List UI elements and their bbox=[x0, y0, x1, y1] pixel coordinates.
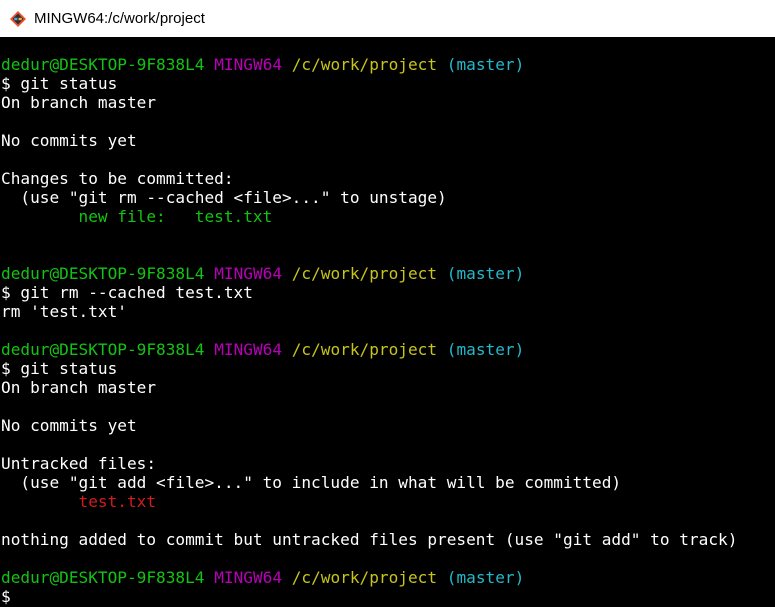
git-bash-icon bbox=[9, 10, 27, 28]
prompt-line: dedur@DESKTOP-9F838L4 MINGW64 /c/work/pr… bbox=[1, 55, 524, 74]
untracked-file-line: test.txt bbox=[1, 492, 157, 511]
terminal-output[interactable]: dedur@DESKTOP-9F838L4 MINGW64 /c/work/pr… bbox=[0, 37, 775, 607]
output-line: rm 'test.txt' bbox=[1, 302, 127, 321]
output-line: nothing added to commit but untracked fi… bbox=[1, 530, 738, 549]
terminal-window: MINGW64:/c/work/project dedur@DESKTOP-9F… bbox=[0, 0, 775, 607]
prompt-system: MINGW64 bbox=[214, 568, 283, 587]
command-input-line[interactable]: $ bbox=[1, 587, 11, 606]
prompt-system: MINGW64 bbox=[214, 340, 283, 359]
command-line: $ git status bbox=[1, 74, 118, 93]
prompt-path: /c/work/project bbox=[291, 340, 438, 359]
prompt-line: dedur@DESKTOP-9F838L4 MINGW64 /c/work/pr… bbox=[1, 568, 524, 587]
prompt-branch: (master) bbox=[446, 340, 525, 359]
prompt-user-host: dedur@DESKTOP-9F838L4 bbox=[1, 340, 205, 359]
prompt-branch: (master) bbox=[446, 264, 525, 283]
prompt-system: MINGW64 bbox=[214, 55, 283, 74]
output-line: No commits yet bbox=[1, 131, 137, 150]
prompt-line: dedur@DESKTOP-9F838L4 MINGW64 /c/work/pr… bbox=[1, 340, 524, 359]
prompt-path: /c/work/project bbox=[291, 55, 438, 74]
output-line: Changes to be committed: bbox=[1, 169, 234, 188]
output-line: (use "git add <file>..." to include in w… bbox=[1, 473, 622, 492]
output-line: No commits yet bbox=[1, 416, 137, 435]
prompt-user-host: dedur@DESKTOP-9F838L4 bbox=[1, 264, 205, 283]
prompt-line: dedur@DESKTOP-9F838L4 MINGW64 /c/work/pr… bbox=[1, 264, 524, 283]
prompt-user-host: dedur@DESKTOP-9F838L4 bbox=[1, 568, 205, 587]
prompt-path: /c/work/project bbox=[291, 264, 438, 283]
window-title: MINGW64:/c/work/project bbox=[34, 10, 205, 27]
output-line: Untracked files: bbox=[1, 454, 157, 473]
prompt-branch: (master) bbox=[446, 55, 525, 74]
prompt-system: MINGW64 bbox=[214, 264, 283, 283]
output-line: On branch master bbox=[1, 378, 157, 397]
output-line: (use "git rm --cached <file>..." to unst… bbox=[1, 188, 447, 207]
command-line: $ git status bbox=[1, 359, 118, 378]
prompt-branch: (master) bbox=[446, 568, 525, 587]
staged-file-line: new file: test.txt bbox=[1, 207, 273, 226]
title-bar[interactable]: MINGW64:/c/work/project bbox=[0, 0, 775, 37]
output-line: On branch master bbox=[1, 93, 157, 112]
prompt-path: /c/work/project bbox=[291, 568, 438, 587]
command-line: $ git rm --cached test.txt bbox=[1, 283, 253, 302]
prompt-user-host: dedur@DESKTOP-9F838L4 bbox=[1, 55, 205, 74]
